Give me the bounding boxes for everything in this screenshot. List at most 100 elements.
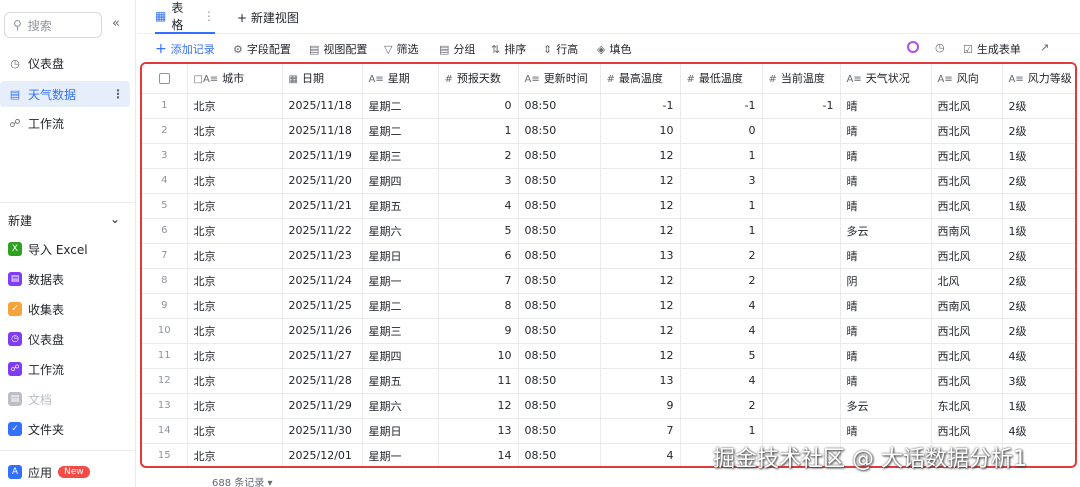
table-row[interactable]: 1 北京 2025/11/18 星期二 0 08:50 -1 -1 -1 晴西北风 2级 [142,93,1075,119]
table-cell[interactable]: 星期五 [362,368,439,394]
view-config-button[interactable]: ▤ 视图配置 [309,41,367,57]
table-cell[interactable]: 08:50 [518,93,601,119]
tab-table-view[interactable]: ▦ 表格 ⋮ [155,0,215,34]
table-cell[interactable]: 2025/11/27 [282,343,363,369]
table-cell[interactable]: 西北风 [931,168,1003,194]
table-cell[interactable]: 2 [680,393,763,419]
table-cell[interactable]: 11 [438,368,519,394]
sidebar-item-workflow[interactable]: ☍ 工作流 [0,110,130,136]
table-cell[interactable] [762,243,841,269]
new-data-table[interactable]: ▤ 数据表 [8,268,64,290]
table-cell[interactable]: 08:50 [518,343,601,369]
table-row[interactable]: 7 北京 2025/11/23 星期日 6 08:50 13 2 晴西北风 2级 [142,243,1075,269]
table-cell[interactable]: 星期二 [362,118,439,144]
table-cell[interactable]: 西北风 [931,243,1003,269]
table-cell[interactable]: 晴 [840,343,932,369]
column-header[interactable]: □A≡ 城市 [187,64,283,94]
table-cell[interactable]: 6 [438,243,519,269]
table-cell[interactable] [762,218,841,244]
table-cell[interactable]: 10 [438,343,519,369]
table-cell[interactable]: 北京 [187,343,283,369]
column-header[interactable]: # 当前温度 [762,64,841,94]
table-row[interactable]: 6 北京 2025/11/22 星期六 5 08:50 12 1 多云 西南风 1级 [142,218,1075,244]
table-cell[interactable]: 08:50 [518,268,601,294]
table-cell[interactable]: 2 [680,243,763,269]
column-header[interactable]: A≡ 星期 [362,64,439,94]
table-cell[interactable]: 北京 [187,318,283,344]
table-cell[interactable]: 1级 [1002,143,1075,169]
group-button[interactable]: ▤ 分组 [439,41,475,57]
table-cell[interactable]: 12 [600,168,681,194]
table-cell[interactable]: 2025/11/24 [282,268,363,294]
table-row[interactable]: 9 北京 2025/11/25 星期二 8 08:50 12 4 晴西南风 2级 [142,293,1075,319]
table-cell[interactable]: 12 [438,393,519,419]
new-workflow[interactable]: ☍ 工作流 [8,358,64,380]
new-view-button[interactable]: + 新建视图 [237,0,299,34]
table-cell[interactable]: 2025/11/26 [282,318,363,344]
table-cell[interactable]: 7 [438,268,519,294]
column-header[interactable]: A≡ 更新时间 [518,64,601,94]
table-cell[interactable]: 北京 [187,268,283,294]
table-cell[interactable]: 星期二 [362,293,439,319]
table-cell[interactable]: 2025/11/21 [282,193,363,219]
table-cell[interactable]: 北京 [187,143,283,169]
column-header[interactable]: A≡ 风力等级 [1002,64,1075,94]
table-cell[interactable]: 2025/11/22 [282,218,363,244]
field-config-button[interactable]: ⚙ 字段配置 [233,41,291,57]
history-button[interactable]: ◷ [935,41,949,54]
table-cell[interactable]: 4 [680,368,763,394]
table-cell[interactable]: 北京 [187,418,283,444]
table-cell[interactable]: 北京 [187,218,283,244]
table-cell[interactable]: 星期日 [362,418,439,444]
table-cell[interactable]: 西北风 [931,318,1003,344]
table-cell[interactable]: 星期一 [362,443,439,466]
ai-assistant-button[interactable] [907,41,919,53]
new-section-header[interactable]: 新建 ⌄ [8,212,120,229]
table-cell[interactable]: 西南风 [931,218,1003,244]
table-cell[interactable]: 2 [438,143,519,169]
new-form[interactable]: ✓ 收集表 [8,298,64,320]
row-height-button[interactable]: ⇕ 行高 [543,41,578,57]
table-cell[interactable]: 2025/11/18 [282,118,363,144]
table-cell[interactable]: 08:50 [518,393,601,419]
table-cell[interactable]: 08:50 [518,418,601,444]
table-cell[interactable]: 1级 [1002,218,1075,244]
table-cell[interactable]: 2级 [1002,118,1075,144]
table-cell[interactable]: 2025/11/25 [282,293,363,319]
share-button[interactable]: ↗ [1040,41,1053,54]
table-cell[interactable]: 1级 [1002,393,1075,419]
table-cell[interactable]: 晴 [840,118,932,144]
table-row[interactable]: 5 北京 2025/11/21 星期五 4 08:50 12 1 晴西北风 1级 [142,193,1075,219]
table-cell[interactable]: 1级 [1002,193,1075,219]
table-cell[interactable]: 1 [680,193,763,219]
table-cell[interactable]: 北京 [187,243,283,269]
table-cell[interactable] [762,393,841,419]
table-cell[interactable]: 12 [600,293,681,319]
table-cell[interactable]: 1 [680,218,763,244]
table-cell[interactable]: 晴 [840,293,932,319]
table-cell[interactable]: 4级 [1002,343,1075,369]
table-cell[interactable]: 阴 [840,268,932,294]
table-cell[interactable]: 西北风 [931,343,1003,369]
table-cell[interactable]: 晴 [840,418,932,444]
table-cell[interactable]: 2025/11/19 [282,143,363,169]
table-row[interactable]: 2 北京 2025/11/18 星期二 1 08:50 10 0 晴西北风 2级 [142,118,1075,144]
table-cell[interactable]: 08:50 [518,293,601,319]
table-row[interactable]: 14 北京 2025/11/30 星期日 13 08:50 7 1 晴西北风 4级 [142,418,1075,444]
table-cell[interactable]: 2级 [1002,268,1075,294]
table-cell[interactable]: 3 [680,168,763,194]
table-cell[interactable]: 5 [680,343,763,369]
table-cell[interactable]: 晴 [840,168,932,194]
table-cell[interactable] [762,118,841,144]
table-cell[interactable]: 3级 [1002,368,1075,394]
table-cell[interactable]: 2级 [1002,168,1075,194]
table-cell[interactable] [762,418,841,444]
table-cell[interactable]: 西北风 [931,368,1003,394]
table-cell[interactable]: 4 [600,443,681,466]
table-cell[interactable]: 08:50 [518,193,601,219]
table-cell[interactable]: 08:50 [518,443,601,466]
table-cell[interactable]: 3 [438,168,519,194]
collapse-sidebar-icon[interactable]: « [112,16,120,31]
table-cell[interactable]: 12 [600,193,681,219]
table-cell[interactable]: 0 [438,93,519,119]
